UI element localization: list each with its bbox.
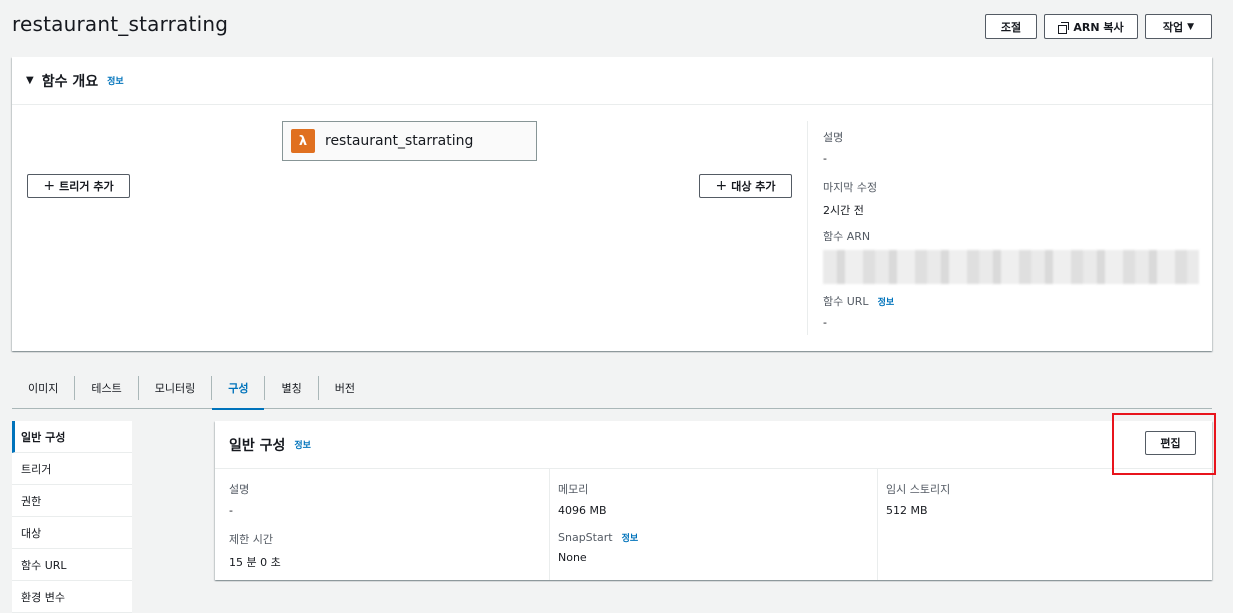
plus-icon: + [43, 178, 56, 194]
function-arn-label: 함수 ARN [823, 230, 871, 243]
actions-label: 작업 [1162, 20, 1184, 34]
copy-icon [1058, 21, 1070, 34]
config-column: 설명 - 제한 시간 15 분 0 초 [215, 469, 549, 580]
last-modified-value: 2시간 전 [823, 204, 864, 217]
add-destination-label: 대상 추가 [731, 180, 776, 193]
ephemeral-storage-field: 임시 스토리지 512 MB [886, 481, 950, 517]
timeout-label: 제한 시간 [229, 533, 273, 546]
sidenav-item-general[interactable]: 일반 구성 [12, 421, 132, 453]
last-modified-field: 마지막 수정 2시간 전 [823, 179, 877, 218]
sidenav-item-function-url[interactable]: 함수 URL [12, 549, 132, 581]
memory-value: 4096 MB [558, 504, 607, 517]
description-value: - [229, 504, 233, 517]
description-value: - [823, 152, 827, 165]
function-url-value: - [823, 316, 827, 329]
tab-image[interactable]: 이미지 [12, 376, 76, 400]
sidenav-item-destinations[interactable]: 대상 [12, 517, 132, 549]
function-node-name: restaurant_starrating [325, 133, 474, 149]
function-overview-panel: ▼ 함수 개요 정보 λ restaurant_starrating + 트리거 … [12, 57, 1212, 351]
actions-button[interactable]: 작업 ▼ [1145, 14, 1212, 39]
config-column: 메모리 4096 MB SnapStart 정보 None [549, 469, 877, 580]
divider [807, 121, 808, 335]
tab-versions[interactable]: 버전 [319, 376, 371, 400]
tab-monitoring[interactable]: 모니터링 [139, 376, 213, 400]
function-arn-field: 함수 ARN [823, 228, 1199, 284]
memory-label: 메모리 [558, 483, 589, 496]
throttle-button[interactable]: 조절 [985, 14, 1037, 39]
caret-down-icon: ▼ [1187, 21, 1195, 32]
last-modified-label: 마지막 수정 [823, 181, 878, 194]
plus-icon: + [715, 178, 728, 194]
highlight-box [1112, 413, 1216, 475]
tab-bar: 이미지 테스트 모니터링 구성 별칭 버전 [12, 368, 1212, 410]
description-label: 설명 [229, 483, 250, 496]
description-label: 설명 [823, 131, 844, 144]
lambda-icon: λ [291, 129, 315, 153]
add-trigger-label: 트리거 추가 [59, 180, 114, 193]
function-node[interactable]: λ restaurant_starrating [282, 121, 537, 161]
function-url-field: 함수 URL 정보 - [823, 293, 894, 329]
ephemeral-storage-label: 임시 스토리지 [886, 483, 951, 496]
snapstart-field: SnapStart 정보 None [558, 531, 638, 564]
copy-arn-button[interactable]: ARN 복사 [1044, 14, 1138, 39]
tab-configuration[interactable]: 구성 [212, 376, 266, 410]
general-config-header: 일반 구성 정보 [215, 421, 1212, 469]
info-link[interactable]: 정보 [878, 298, 895, 308]
sidenav-item-permissions[interactable]: 권한 [12, 485, 132, 517]
add-trigger-button[interactable]: + 트리거 추가 [27, 174, 130, 198]
throttle-button-label: 조절 [1000, 20, 1022, 34]
snapstart-label-text: SnapStart [558, 531, 613, 544]
tab-test[interactable]: 테스트 [75, 376, 139, 400]
info-link[interactable]: 정보 [294, 438, 311, 451]
timeout-field: 제한 시간 15 분 0 초 [229, 531, 281, 570]
snapstart-label: SnapStart 정보 [558, 531, 638, 544]
description-field: 설명 - [229, 481, 249, 517]
tab-aliases[interactable]: 별칭 [265, 376, 319, 400]
timeout-value: 15 분 0 초 [229, 556, 281, 569]
memory-field: 메모리 4096 MB [558, 481, 607, 517]
ephemeral-storage-value: 512 MB [886, 504, 928, 517]
sidenav-item-triggers[interactable]: 트리거 [12, 453, 132, 485]
general-config-title: 일반 구성 [229, 437, 286, 454]
sidenav-item-env-vars[interactable]: 환경 변수 [12, 581, 132, 613]
general-config-panel: 일반 구성 정보 편집 설명 - 제한 시간 15 분 0 초 메모리 4096… [215, 421, 1212, 580]
copy-arn-label: ARN 복사 [1073, 20, 1124, 34]
page-title: restaurant_starrating [12, 12, 229, 36]
config-column: 임시 스토리지 512 MB [877, 469, 1212, 580]
caret-down-icon[interactable]: ▼ [26, 75, 34, 86]
function-url-label: 함수 URL 정보 [823, 293, 894, 309]
description-field: 설명 - [823, 129, 843, 165]
config-sidenav: 일반 구성 트리거 권한 대상 함수 URL 환경 변수 [12, 421, 132, 613]
function-overview-header[interactable]: ▼ 함수 개요 정보 [12, 57, 1212, 105]
info-link[interactable]: 정보 [622, 534, 639, 544]
function-overview-title: 함수 개요 [41, 73, 99, 90]
snapstart-value: None [558, 551, 587, 564]
info-link[interactable]: 정보 [107, 74, 124, 87]
add-destination-button[interactable]: + 대상 추가 [699, 174, 792, 198]
redacted-arn [823, 250, 1199, 284]
function-url-label-text: 함수 URL [823, 295, 869, 308]
